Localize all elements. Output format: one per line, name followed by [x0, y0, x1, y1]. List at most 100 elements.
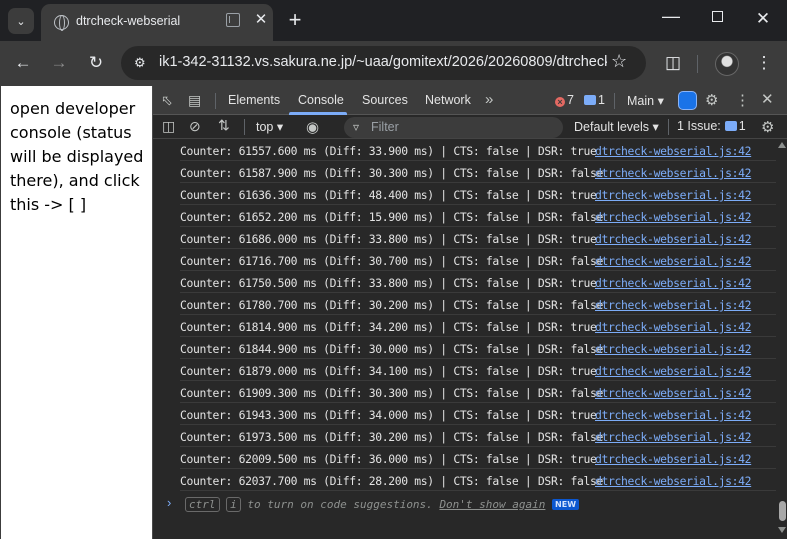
ai-assistance-icon[interactable]	[678, 91, 697, 110]
address-bar[interactable]: ⚙ ik1-342-31132.vs.sakura.ne.jp/~uaa/gom…	[121, 46, 646, 80]
browser-tab[interactable]: dtrcheck-webserial ✕	[41, 4, 273, 41]
close-tab-icon[interactable]: ✕	[252, 11, 270, 29]
kebab-menu-icon[interactable]: ⋮	[752, 52, 776, 74]
source-link[interactable]: dtrcheck-webserial.js:42	[595, 452, 752, 466]
eye-icon[interactable]: ◉	[306, 118, 319, 136]
source-link[interactable]: dtrcheck-webserial.js:42	[595, 430, 752, 444]
source-link[interactable]: dtrcheck-webserial.js:42	[595, 276, 752, 290]
reload-button[interactable]: ↻	[84, 52, 108, 74]
chevron-down-icon: ⌄	[16, 15, 26, 28]
clear-console-icon[interactable]: ⊘	[189, 118, 201, 135]
dont-show-again-link[interactable]: Don't show again	[439, 498, 545, 511]
console-message-text: Counter: 61652.200 ms (Diff: 15.900 ms) …	[180, 210, 604, 224]
page-instructions[interactable]: open developer console (status will be d…	[10, 97, 150, 217]
source-link[interactable]: dtrcheck-webserial.js:42	[595, 166, 752, 180]
tab-search-button[interactable]: ⌄	[8, 8, 34, 34]
source-link[interactable]: dtrcheck-webserial.js:42	[595, 298, 752, 312]
close-devtools-icon[interactable]: ✕	[761, 90, 774, 108]
log-levels-dropdown[interactable]: Default levels ▾	[574, 119, 659, 134]
code-suggestion-hint: ctrl i to turn on code suggestions. Don'…	[185, 497, 580, 512]
console-filter[interactable]: ▿ Filter	[344, 117, 563, 138]
source-link[interactable]: dtrcheck-webserial.js:42	[595, 254, 752, 268]
source-link[interactable]: dtrcheck-webserial.js:42	[595, 232, 752, 246]
web-page: open developer console (status will be d…	[0, 86, 152, 539]
tab-sources[interactable]: Sources	[362, 93, 408, 107]
issues-label: 1 Issue:	[677, 119, 721, 133]
sidebar-toggle-icon[interactable]: ◫	[162, 118, 175, 135]
console-message-text: Counter: 61909.300 ms (Diff: 30.300 ms) …	[180, 386, 604, 400]
console-message-row: Counter: 62009.500 ms (Diff: 36.000 ms) …	[180, 447, 776, 469]
context-top: top	[256, 120, 274, 134]
console-message-text: Counter: 61943.300 ms (Diff: 34.000 ms) …	[180, 408, 597, 422]
source-link[interactable]: dtrcheck-webserial.js:42	[595, 386, 752, 400]
console-message-row: Counter: 61587.900 ms (Diff: 30.300 ms) …	[180, 161, 776, 183]
source-link[interactable]: dtrcheck-webserial.js:42	[595, 474, 752, 488]
console-message-row: Counter: 62037.700 ms (Diff: 28.200 ms) …	[180, 469, 776, 491]
console-message-row: Counter: 61879.000 ms (Diff: 34.100 ms) …	[180, 359, 776, 381]
source-link[interactable]: dtrcheck-webserial.js:42	[595, 210, 752, 224]
forward-button[interactable]: →	[47, 52, 71, 74]
console-message-row: Counter: 61636.300 ms (Diff: 48.400 ms) …	[180, 183, 776, 205]
back-button[interactable]: ←	[11, 52, 35, 74]
toolbar-divider	[244, 119, 245, 135]
source-link[interactable]: dtrcheck-webserial.js:42	[595, 408, 752, 422]
console-scrollbar[interactable]	[776, 139, 787, 539]
scroll-down-arrow-icon[interactable]	[778, 527, 786, 533]
site-info-icon[interactable]: ⚙	[134, 55, 146, 71]
levels-label: Default levels	[574, 120, 650, 134]
console-settings-gear-icon[interactable]: ⚙	[761, 118, 774, 136]
bookmark-star-icon[interactable]: ☆	[611, 51, 627, 72]
source-link[interactable]: dtrcheck-webserial.js:42	[595, 188, 752, 202]
console-message-row: Counter: 61686.000 ms (Diff: 33.800 ms) …	[180, 227, 776, 249]
console-message-text: Counter: 61716.700 ms (Diff: 30.700 ms) …	[180, 254, 604, 268]
execution-context-dropdown[interactable]: top ▾	[256, 119, 283, 134]
filter-icon: ▿	[353, 120, 360, 134]
console-message-text: Counter: 61750.500 ms (Diff: 33.800 ms) …	[180, 276, 597, 290]
scrollbar-thumb[interactable]	[779, 501, 786, 521]
source-link[interactable]: dtrcheck-webserial.js:42	[595, 320, 752, 334]
issues-button[interactable]: 1 Issue: 1	[677, 119, 746, 133]
browser-window: ⌄ dtrcheck-webserial ✕ + — ✕ ← → ↻ ⚙ ik1…	[0, 0, 787, 539]
console-message-text: Counter: 61587.900 ms (Diff: 30.300 ms) …	[180, 166, 604, 180]
hint-text: to turn on code suggestions.	[240, 498, 440, 511]
more-tabs-icon[interactable]: »	[485, 91, 493, 108]
minimize-button[interactable]: —	[659, 6, 683, 27]
console-message-row: Counter: 61652.200 ms (Diff: 15.900 ms) …	[180, 205, 776, 227]
split-view-icon[interactable]	[226, 13, 240, 27]
message-count: 1	[598, 93, 605, 107]
error-count: 7	[567, 93, 574, 107]
context-dropdown[interactable]: Main ▾	[627, 93, 664, 108]
new-tab-button[interactable]: +	[283, 8, 307, 32]
source-link[interactable]: dtrcheck-webserial.js:42	[595, 364, 752, 378]
settings-gear-icon[interactable]: ⚙	[705, 91, 718, 109]
kbd-i: i	[226, 497, 241, 512]
inspect-element-icon[interactable]: ⬁	[161, 92, 173, 109]
create-live-expression-icon[interactable]: ⇅	[218, 117, 230, 134]
caret-down-icon: ▾	[657, 94, 664, 108]
device-toolbar-icon[interactable]: ▤	[188, 92, 201, 109]
tab-console[interactable]: Console	[298, 93, 344, 107]
kebab-menu-icon[interactable]: ⋮	[735, 91, 750, 109]
extensions-icon[interactable]: ◫	[661, 52, 685, 74]
tab-title: dtrcheck-webserial	[76, 14, 181, 28]
message-count-badge[interactable]: 1	[584, 93, 605, 107]
devtools-divider	[215, 93, 216, 109]
console-message-text: Counter: 61879.000 ms (Diff: 34.100 ms) …	[180, 364, 597, 378]
console-message-row: Counter: 61716.700 ms (Diff: 30.700 ms) …	[180, 249, 776, 271]
tab-elements[interactable]: Elements	[228, 93, 280, 107]
scroll-up-arrow-icon[interactable]	[778, 142, 786, 148]
console-message-text: Counter: 61780.700 ms (Diff: 30.200 ms) …	[180, 298, 604, 312]
console-prompt[interactable]: › ctrl i to turn on code suggestions. Don…	[153, 493, 776, 515]
close-window-button[interactable]: ✕	[751, 9, 775, 29]
tab-network[interactable]: Network	[425, 93, 471, 107]
filter-placeholder: Filter	[371, 120, 399, 134]
url-text[interactable]: ik1-342-31132.vs.sakura.ne.jp/~uaa/gomit…	[159, 54, 607, 70]
tab-strip: ⌄ dtrcheck-webserial ✕ + — ✕	[0, 0, 787, 41]
source-link[interactable]: dtrcheck-webserial.js:42	[595, 342, 752, 356]
console-message-row: Counter: 61943.300 ms (Diff: 34.000 ms) …	[180, 403, 776, 425]
error-count-badge[interactable]: × 7	[555, 93, 574, 107]
profile-avatar[interactable]	[715, 52, 739, 76]
devtools-panel: ⬁ ▤ Elements Console Sources Network » ×…	[152, 86, 787, 539]
maximize-button[interactable]	[705, 9, 729, 26]
source-link[interactable]: dtrcheck-webserial.js:42	[595, 144, 752, 158]
